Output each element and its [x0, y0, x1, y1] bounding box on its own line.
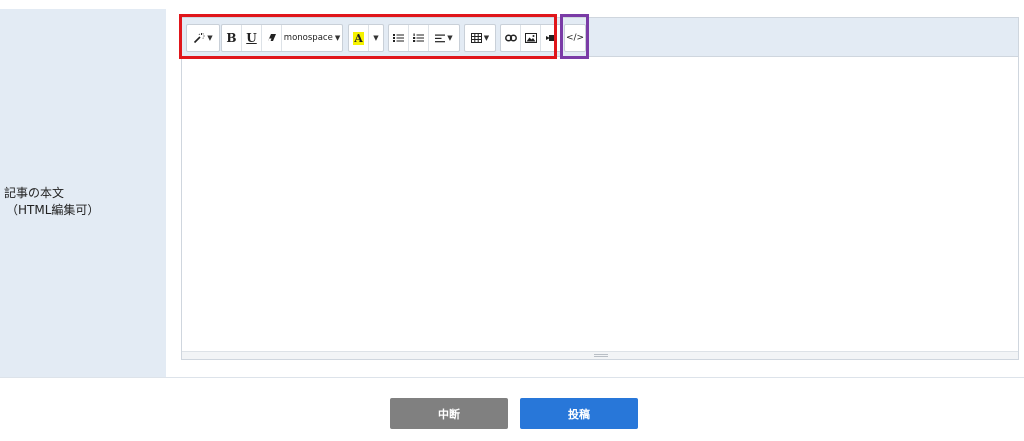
magic-wand-icon [193, 32, 205, 44]
font-style-group: B U monospace ▼ [221, 24, 343, 52]
caret-down-icon: ▼ [483, 34, 490, 42]
align-left-icon [435, 34, 446, 43]
form-actions: 中断 投稿 [0, 398, 1024, 430]
color-group: A ▼ [348, 24, 384, 52]
code-view-button[interactable]: </> [565, 25, 585, 51]
font-name-value: monospace [283, 33, 333, 43]
editor-toolbar: ▼ B U monospace ▼ A ▼ ▼ ▼ </> [182, 18, 1018, 57]
caret-down-icon: ▼ [373, 34, 379, 42]
bold-button[interactable]: B [222, 25, 242, 51]
unordered-list-icon [393, 33, 404, 43]
style-dropdown-button[interactable]: ▼ [187, 25, 219, 51]
video-icon [545, 34, 557, 42]
caret-down-icon: ▼ [447, 34, 453, 42]
field-label-title: 記事の本文 [4, 186, 65, 200]
submit-button[interactable]: 投稿 [520, 398, 638, 429]
field-label-note: （HTML編集可） [6, 203, 100, 217]
paragraph-group: ▼ [388, 24, 460, 52]
caret-down-icon: ▼ [334, 34, 341, 42]
resize-grip-icon [594, 354, 608, 357]
color-dropdown-button[interactable]: ▼ [369, 25, 383, 51]
view-group: </> [564, 24, 586, 52]
table-group: ▼ [464, 24, 496, 52]
caret-down-icon: ▼ [207, 34, 213, 42]
ordered-list-button[interactable] [409, 25, 429, 51]
table-icon [470, 33, 482, 43]
ordered-list-icon [413, 33, 424, 43]
field-label-cell: 記事の本文 （HTML編集可） [0, 9, 166, 377]
field-label: 記事の本文 （HTML編集可） [4, 185, 99, 219]
insert-picture-button[interactable] [521, 25, 541, 51]
article-body-row: 記事の本文 （HTML編集可） ▼ B U monospace ▼ A ▼ ▼ … [0, 0, 1024, 378]
editor-resize-bar[interactable] [182, 351, 1018, 359]
underline-button[interactable]: U [242, 25, 262, 51]
font-name-dropdown[interactable]: monospace ▼ [282, 25, 342, 51]
picture-icon [524, 33, 537, 43]
rich-text-editor: ▼ B U monospace ▼ A ▼ ▼ ▼ </> [181, 17, 1019, 360]
table-dropdown-button[interactable]: ▼ [465, 25, 495, 51]
editor-content-area[interactable] [182, 58, 1018, 352]
cancel-button[interactable]: 中断 [390, 398, 508, 429]
highlight-letter-icon: A [353, 31, 364, 45]
link-icon [504, 34, 517, 42]
insert-link-button[interactable] [501, 25, 521, 51]
style-group: ▼ [186, 24, 220, 52]
insert-video-button[interactable] [541, 25, 561, 51]
insert-group [500, 24, 562, 52]
unordered-list-button[interactable] [389, 25, 409, 51]
paragraph-align-dropdown[interactable]: ▼ [429, 25, 459, 51]
clear-format-button[interactable] [262, 25, 282, 51]
eraser-icon [267, 33, 277, 43]
recent-color-button[interactable]: A [349, 25, 369, 51]
